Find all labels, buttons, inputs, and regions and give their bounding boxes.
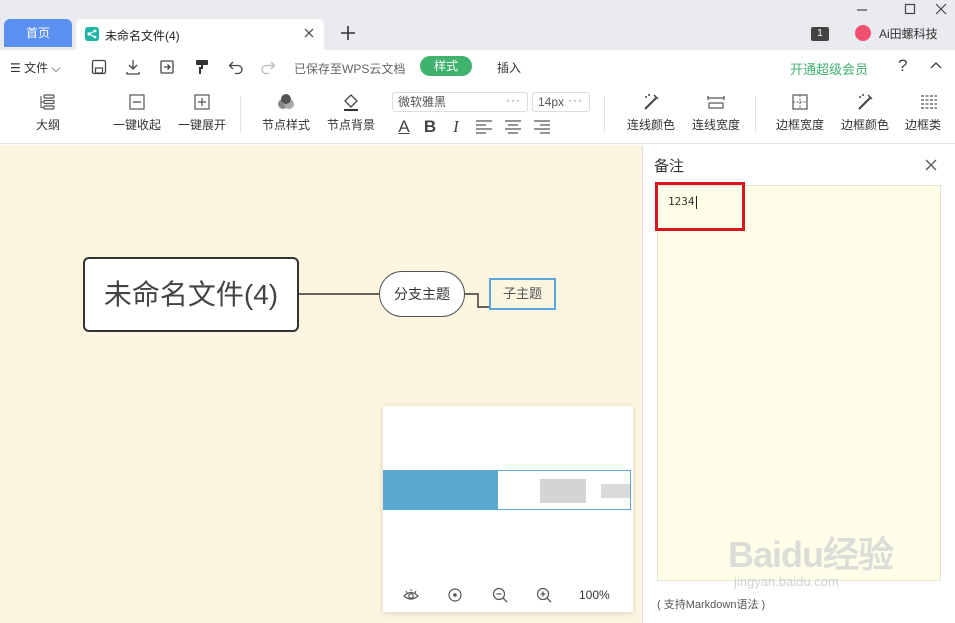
- italic-button[interactable]: I: [446, 117, 466, 137]
- close-tab-icon[interactable]: [302, 26, 316, 40]
- line-width-icon: [707, 96, 725, 109]
- zoom-out-icon[interactable]: [491, 586, 509, 604]
- save-status: 已保存至WPS云文档: [294, 62, 406, 76]
- style-toolbar: 大纲 一键收起 一键展开 节点样式 节点背景 微软雅黑 ··· 14px ···…: [0, 84, 955, 144]
- bold-button[interactable]: B: [420, 117, 440, 137]
- menu-bar: ☰ 文件 ⌵ 已保存至WPS云文档 样式 插入 开通超级会员 ?: [0, 50, 955, 84]
- expand-all-button[interactable]: 一键展开: [177, 92, 227, 133]
- download-icon[interactable]: [124, 58, 142, 76]
- title-bar: 首页 未命名文件(4) 1 Ai田螺科技: [0, 0, 955, 50]
- node-style-label: 节点样式: [261, 118, 310, 132]
- border-color-button[interactable]: 边框颜色: [840, 92, 890, 133]
- border-color-icon: [858, 94, 873, 110]
- locate-center-icon[interactable]: [446, 586, 464, 604]
- user-name[interactable]: Ai田螺科技: [879, 25, 938, 42]
- chevron-up-icon[interactable]: [928, 57, 944, 73]
- save-icon[interactable]: [90, 58, 108, 76]
- tab-document-label: 未命名文件(4): [105, 29, 180, 43]
- notes-panel: 备注 1234 ( 支持Markdown语法 ): [642, 145, 955, 623]
- line-color-label: 连线颜色: [626, 118, 675, 132]
- toolbar-divider: [240, 96, 241, 132]
- minimap[interactable]: 100%: [383, 406, 633, 612]
- new-tab-icon[interactable]: [339, 24, 357, 42]
- collapse-all-icon: [129, 94, 145, 110]
- export-icon[interactable]: [158, 58, 176, 76]
- outline-label: 大纲: [35, 118, 60, 132]
- notes-textarea[interactable]: 1234: [657, 185, 941, 581]
- border-width-label: 边框宽度: [775, 118, 824, 132]
- tab-style[interactable]: 样式: [420, 56, 472, 76]
- vip-upgrade-link[interactable]: 开通超级会员: [790, 59, 868, 78]
- paint-bucket-icon: [344, 94, 358, 111]
- align-center-icon[interactable]: [503, 117, 523, 137]
- tab-insert[interactable]: 插入: [497, 59, 521, 76]
- file-menu[interactable]: ☰ 文件 ⌵: [10, 59, 61, 76]
- eye-icon[interactable]: [402, 586, 420, 604]
- align-right-icon[interactable]: [532, 117, 552, 137]
- tab-document[interactable]: 未命名文件(4): [76, 19, 324, 50]
- align-left-icon[interactable]: [474, 117, 494, 137]
- minimap-viewport[interactable]: [383, 470, 631, 510]
- node-style-icon: [278, 94, 294, 109]
- border-type-label: 边框类: [905, 118, 942, 132]
- minimize-icon[interactable]: [855, 2, 869, 16]
- line-width-label: 连线宽度: [691, 118, 740, 132]
- redo-icon[interactable]: [259, 58, 277, 76]
- node-style-button[interactable]: 节点样式: [261, 92, 311, 133]
- font-size-select[interactable]: 14px ···: [532, 92, 590, 112]
- expand-all-icon: [194, 94, 210, 110]
- border-width-icon: [792, 94, 808, 110]
- outline-icon: [40, 94, 55, 110]
- more-icon: ···: [568, 93, 583, 107]
- close-window-icon[interactable]: [934, 2, 948, 16]
- font-size-value: 14px: [538, 95, 565, 109]
- help-button[interactable]: ?: [898, 56, 907, 76]
- branch-topic-node[interactable]: 分支主题: [379, 271, 465, 317]
- root-topic-node[interactable]: 未命名文件(4): [83, 257, 299, 332]
- avatar[interactable]: [855, 25, 871, 41]
- collapse-all-label: 一键收起: [112, 118, 161, 132]
- expand-all-label: 一键展开: [177, 118, 226, 132]
- font-family-select[interactable]: 微软雅黑 ···: [392, 92, 528, 112]
- undo-icon[interactable]: [227, 58, 245, 76]
- more-icon: ···: [506, 93, 521, 107]
- markdown-hint: ( 支持Markdown语法 ): [657, 599, 766, 611]
- subtopic-node[interactable]: 子主题: [489, 278, 556, 310]
- node-background-button[interactable]: 节点背景: [326, 92, 376, 133]
- border-color-label: 边框颜色: [840, 118, 889, 132]
- maximize-icon[interactable]: [903, 2, 917, 16]
- tab-home[interactable]: 首页: [4, 19, 72, 47]
- window-count-badge[interactable]: 1: [811, 27, 829, 41]
- format-painter-icon[interactable]: [193, 58, 211, 76]
- zoom-in-icon[interactable]: [535, 586, 553, 604]
- border-width-button[interactable]: 边框宽度: [775, 92, 825, 133]
- zoom-level[interactable]: 100%: [579, 588, 610, 602]
- outline-button[interactable]: 大纲: [28, 92, 68, 133]
- node-background-label: 节点背景: [326, 118, 375, 132]
- border-type-icon: [921, 95, 937, 109]
- line-color-button[interactable]: 连线颜色: [626, 92, 676, 133]
- collapse-all-button[interactable]: 一键收起: [112, 92, 162, 133]
- annotation-highlight-box: [655, 182, 745, 231]
- close-icon[interactable]: [923, 157, 939, 173]
- line-width-button[interactable]: 连线宽度: [691, 92, 741, 133]
- toolbar-divider: [755, 96, 756, 132]
- mindmap-canvas[interactable]: 未命名文件(4) 分支主题 子主题 100%: [0, 145, 642, 623]
- border-type-button[interactable]: 边框类: [905, 92, 955, 133]
- font-color-button[interactable]: A: [394, 117, 414, 137]
- mindmap-file-icon: [85, 27, 99, 41]
- toolbar-divider: [604, 96, 605, 132]
- line-color-icon: [644, 94, 659, 110]
- notes-title: 备注: [654, 158, 685, 175]
- font-family-value: 微软雅黑: [398, 95, 447, 109]
